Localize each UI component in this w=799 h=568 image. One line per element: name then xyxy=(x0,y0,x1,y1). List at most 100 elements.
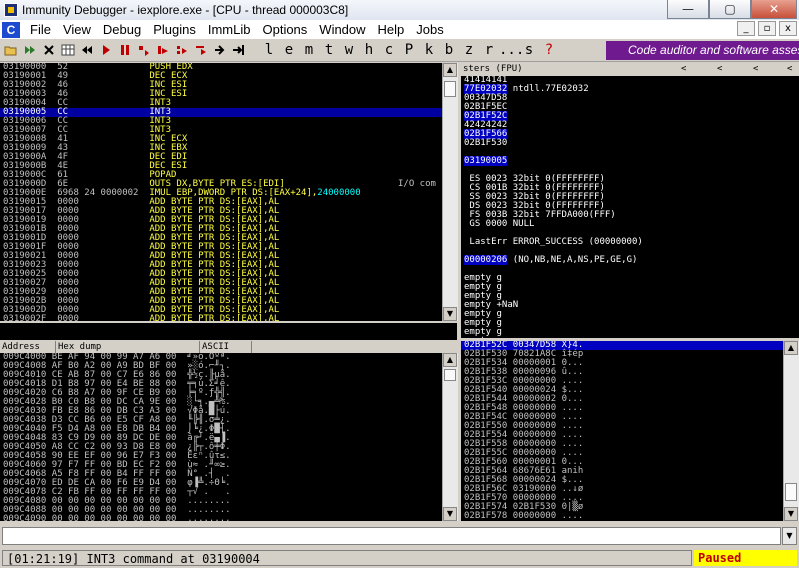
mdi-minimize-button[interactable]: _ xyxy=(737,21,755,36)
pause-icon[interactable] xyxy=(116,41,133,59)
maximize-button[interactable]: ▢ xyxy=(709,0,751,19)
menu-window[interactable]: Window xyxy=(313,22,371,37)
scroll-down-button[interactable]: ▼ xyxy=(443,307,457,321)
toolbar-z-button[interactable]: z xyxy=(459,41,479,59)
register-line[interactable]: 02B1F5EC xyxy=(464,103,799,112)
dump-scrollbar[interactable]: ▲ ▼ xyxy=(442,353,458,521)
dump-row[interactable]: 009C4090 00 00 00 00 00 00 00 00 .......… xyxy=(0,514,442,522)
mdi-close-button[interactable]: x xyxy=(779,21,797,36)
disasm-row[interactable]: 0319002F 0000 ADD BYTE PTR DS:[EAX],AL xyxy=(0,314,442,322)
register-line[interactable]: 02B1F530 xyxy=(464,139,799,148)
dump-col-ascii[interactable]: ASCII xyxy=(200,341,252,353)
disasm-address: 0319002F xyxy=(3,314,58,322)
menu-help[interactable]: Help xyxy=(372,22,411,37)
toolbar-help-button[interactable]: ? xyxy=(539,41,559,59)
stack-scroll-down-button[interactable]: ▼ xyxy=(784,507,798,521)
status-message: [01:21:19] INT3 command at 03190004 xyxy=(2,550,692,566)
toolbar-log-button[interactable]: l xyxy=(259,41,279,59)
step-over-icon[interactable] xyxy=(154,41,171,59)
disassembly-pane[interactable]: 03190000 52 PUSH EDX 03190001 49 DEC ECX 0… xyxy=(0,63,442,321)
toolbar-breakpoints-button[interactable]: b xyxy=(439,41,459,59)
toolbar-handles-button[interactable]: h xyxy=(359,41,379,59)
dump-pane[interactable]: 009C4000 BE AF 94 00 99 A7 A6 00 ╛»ö.Öºª… xyxy=(0,353,442,521)
step-back-icon[interactable] xyxy=(78,41,95,59)
register-line[interactable]: GS 0000 NULL xyxy=(464,220,799,229)
reg-scroll-left-4[interactable]: < xyxy=(787,63,792,75)
grid-icon[interactable] xyxy=(59,41,76,59)
register-line[interactable]: 42424242 xyxy=(464,121,799,130)
menu-immlib[interactable]: ImmLib xyxy=(202,22,257,37)
command-history-dropdown[interactable]: ▼ xyxy=(782,527,797,545)
cpu-window-icon[interactable]: C xyxy=(2,21,20,38)
toolbar-modules-button[interactable]: e xyxy=(279,41,299,59)
toolbar-source-button[interactable]: s xyxy=(519,41,539,59)
register-line[interactable] xyxy=(464,265,799,274)
disasm-row[interactable]: 0319000D 6E OUTS DX,BYTE PTR ES:[EDI] I/O… xyxy=(0,180,442,189)
scroll-thumb[interactable] xyxy=(444,81,456,97)
dump-scroll-thumb[interactable] xyxy=(444,369,456,381)
register-line[interactable]: 00347D58 xyxy=(464,94,799,103)
dump-ascii: ........ xyxy=(187,514,231,522)
register-line[interactable]: 03190005 xyxy=(464,156,799,166)
registers-pane[interactable]: 41414141 77E02032 ntdll.77E02032 00347D58 0… xyxy=(461,76,799,338)
register-line[interactable]: empty g xyxy=(464,283,799,292)
disasm-comment: I/O com xyxy=(398,179,436,189)
toolbar-runtrace-button[interactable]: ... xyxy=(499,41,524,59)
stack-pane[interactable]: 02B1F52C 00347D58 X}4. 02B1F530 70821A8C … xyxy=(461,341,783,521)
register-line[interactable]: empty g xyxy=(464,319,799,328)
register-line[interactable]: empty g xyxy=(464,310,799,319)
register-line[interactable] xyxy=(464,148,799,157)
register-line[interactable]: 00000206 (NO,NB,NE,A,NS,PE,GE,G) xyxy=(464,255,799,265)
toolbar-cpu-button[interactable]: c xyxy=(379,41,399,59)
register-line[interactable]: 02B1F566 xyxy=(464,129,799,139)
execute-till-return-icon[interactable] xyxy=(211,41,228,59)
goto-icon[interactable] xyxy=(230,41,247,59)
step-into-icon[interactable] xyxy=(135,41,152,59)
dump-scroll-down-button[interactable]: ▼ xyxy=(443,507,457,521)
register-line[interactable]: empty g xyxy=(464,328,799,337)
toolbar-memory-button[interactable]: m xyxy=(299,41,319,59)
register-line[interactable]: empty g xyxy=(464,274,799,283)
menu-view[interactable]: View xyxy=(57,22,97,37)
minimize-button[interactable]: — xyxy=(667,0,709,19)
stack-scrollbar[interactable]: ▲ ▼ xyxy=(783,341,799,521)
register-line[interactable]: 02B1F52C xyxy=(464,111,799,121)
menu-debug[interactable]: Debug xyxy=(97,22,147,37)
title-bar: Immunity Debugger - iexplore.exe - [CPU … xyxy=(0,0,799,21)
toolbar-patches-button[interactable]: P xyxy=(399,41,419,59)
stack-scroll-up-button[interactable]: ▲ xyxy=(784,341,798,355)
stack-row[interactable]: 02B1F578 00000000 .... xyxy=(461,512,783,521)
register-line[interactable]: empty g xyxy=(464,337,799,339)
register-line[interactable]: empty +NaN xyxy=(464,301,799,310)
open-folder-icon[interactable] xyxy=(2,41,19,59)
toolbar-threads-button[interactable]: t xyxy=(319,41,339,59)
reg-scroll-left-1[interactable]: < xyxy=(681,63,686,75)
scroll-up-button[interactable]: ▲ xyxy=(443,63,457,77)
menu-options[interactable]: Options xyxy=(256,22,313,37)
toolbar-callstack-button[interactable]: k xyxy=(419,41,439,59)
play-icon[interactable] xyxy=(97,41,114,59)
stack-scroll-thumb[interactable] xyxy=(785,483,797,501)
register-line[interactable]: 77E02032 ntdll.77E02032 xyxy=(464,84,799,94)
mdi-restore-button[interactable]: ▫ xyxy=(758,21,776,36)
command-input[interactable] xyxy=(2,527,781,545)
menu-plugins[interactable]: Plugins xyxy=(147,22,202,37)
dump-col-hex[interactable]: Hex dump xyxy=(56,341,200,353)
mdi-controls: _ ▫ x xyxy=(734,21,797,36)
register-line[interactable]: LastErr ERROR_SUCCESS (00000000) xyxy=(464,238,799,247)
trace-over-icon[interactable] xyxy=(192,41,209,59)
rewind-icon[interactable] xyxy=(21,41,38,59)
toolbar-windows-button[interactable]: w xyxy=(339,41,359,59)
dump-scroll-up-button[interactable]: ▲ xyxy=(443,353,457,367)
toolbar-references-button[interactable]: r xyxy=(479,41,499,59)
reg-scroll-left-2[interactable]: < xyxy=(717,63,722,75)
menu-file[interactable]: File xyxy=(24,22,57,37)
disassembly-scrollbar[interactable]: ▲ ▼ xyxy=(442,63,458,321)
trace-into-icon[interactable] xyxy=(173,41,190,59)
close-icon[interactable] xyxy=(40,41,57,59)
promo-banner[interactable]: Code auditor and software assessment spe… xyxy=(606,41,799,60)
menu-jobs[interactable]: Jobs xyxy=(410,22,449,37)
reg-scroll-left-3[interactable]: < xyxy=(753,63,758,75)
close-button[interactable]: ✕ xyxy=(751,0,797,19)
dump-col-address[interactable]: Address xyxy=(0,341,56,353)
